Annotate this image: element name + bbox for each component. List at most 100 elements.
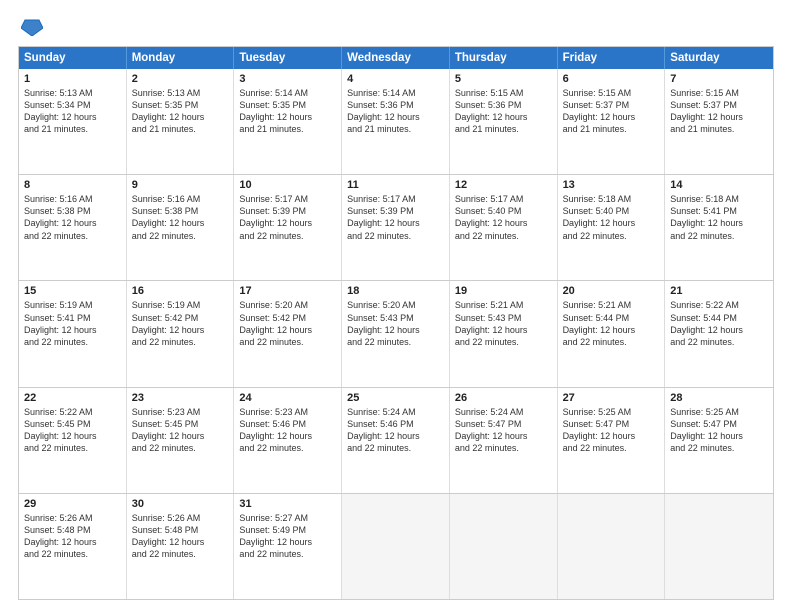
day-number: 21 [670, 285, 768, 297]
day-info: Sunrise: 5:22 AMSunset: 5:45 PMDaylight:… [24, 406, 121, 455]
day-info: Sunrise: 5:15 AMSunset: 5:37 PMDaylight:… [563, 87, 660, 136]
calendar-cell: 31 Sunrise: 5:27 AMSunset: 5:49 PMDayligh… [234, 494, 342, 599]
calendar-cell [665, 494, 773, 599]
calendar-week: 29 Sunrise: 5:26 AMSunset: 5:48 PMDayligh… [19, 493, 773, 599]
calendar-header-cell: Tuesday [234, 47, 342, 69]
day-number: 17 [239, 285, 336, 297]
calendar-cell: 13 Sunrise: 5:18 AMSunset: 5:40 PMDayligh… [558, 175, 666, 280]
calendar-header-cell: Monday [127, 47, 235, 69]
calendar-cell: 19Sunrise: 5:21 AMSunset: 5:43 PMDayligh… [450, 281, 558, 386]
calendar-cell: 23Sunrise: 5:23 AMSunset: 5:45 PMDayligh… [127, 388, 235, 493]
day-info: Sunrise: 5:25 AMSunset: 5:47 PMDaylight:… [563, 406, 660, 455]
day-number: 19 [455, 285, 552, 297]
day-info: Sunrise: 5:17 AMSunset: 5:39 PMDaylight:… [347, 193, 444, 242]
day-number: 10 [239, 179, 336, 191]
day-number: 11 [347, 179, 444, 191]
day-info: Sunrise: 5:15 AMSunset: 5:36 PMDaylight:… [455, 87, 552, 136]
calendar-header: SundayMondayTuesdayWednesdayThursdayFrid… [19, 47, 773, 69]
calendar-cell [558, 494, 666, 599]
header [18, 18, 774, 36]
calendar-cell: 8 Sunrise: 5:16 AMSunset: 5:38 PMDaylight… [19, 175, 127, 280]
day-info: Sunrise: 5:18 AMSunset: 5:40 PMDaylight:… [563, 193, 660, 242]
calendar-week: 15 Sunrise: 5:19 AMSunset: 5:41 PMDayligh… [19, 280, 773, 386]
calendar-cell: 25 Sunrise: 5:24 AMSunset: 5:46 PMDayligh… [342, 388, 450, 493]
calendar-cell: 26 Sunrise: 5:24 AMSunset: 5:47 PMDayligh… [450, 388, 558, 493]
calendar-cell: 11 Sunrise: 5:17 AMSunset: 5:39 PMDayligh… [342, 175, 450, 280]
day-number: 30 [132, 498, 229, 510]
day-info: Sunrise: 5:25 AMSunset: 5:47 PMDaylight:… [670, 406, 768, 455]
day-number: 14 [670, 179, 768, 191]
day-number: 12 [455, 179, 552, 191]
calendar-cell [450, 494, 558, 599]
day-number: 29 [24, 498, 121, 510]
calendar-header-cell: Saturday [665, 47, 773, 69]
calendar-cell: 30 Sunrise: 5:26 AMSunset: 5:48 PMDayligh… [127, 494, 235, 599]
day-info: Sunrise: 5:24 AMSunset: 5:47 PMDaylight:… [455, 406, 552, 455]
day-number: 5 [455, 73, 552, 85]
calendar-cell: 18 Sunrise: 5:20 AMSunset: 5:43 PMDayligh… [342, 281, 450, 386]
calendar-cell: 21 Sunrise: 5:22 AMSunset: 5:44 PMDayligh… [665, 281, 773, 386]
calendar-week: 22 Sunrise: 5:22 AMSunset: 5:45 PMDayligh… [19, 387, 773, 493]
calendar-cell: 15 Sunrise: 5:19 AMSunset: 5:41 PMDayligh… [19, 281, 127, 386]
calendar-cell: 17 Sunrise: 5:20 AMSunset: 5:42 PMDayligh… [234, 281, 342, 386]
calendar-cell: 16 Sunrise: 5:19 AMSunset: 5:42 PMDayligh… [127, 281, 235, 386]
calendar-cell: 20Sunrise: 5:21 AMSunset: 5:44 PMDayligh… [558, 281, 666, 386]
day-number: 2 [132, 73, 229, 85]
day-info: Sunrise: 5:16 AMSunset: 5:38 PMDaylight:… [132, 193, 229, 242]
calendar: SundayMondayTuesdayWednesdayThursdayFrid… [18, 46, 774, 600]
calendar-cell: 2 Sunrise: 5:13 AMSunset: 5:35 PMDaylight… [127, 69, 235, 174]
day-number: 23 [132, 392, 229, 404]
calendar-cell: 6 Sunrise: 5:15 AMSunset: 5:37 PMDaylight… [558, 69, 666, 174]
day-number: 27 [563, 392, 660, 404]
logo [18, 18, 46, 36]
day-number: 8 [24, 179, 121, 191]
calendar-cell: 27 Sunrise: 5:25 AMSunset: 5:47 PMDayligh… [558, 388, 666, 493]
calendar-cell: 12 Sunrise: 5:17 AMSunset: 5:40 PMDayligh… [450, 175, 558, 280]
calendar-header-cell: Sunday [19, 47, 127, 69]
calendar-body: 1 Sunrise: 5:13 AMSunset: 5:34 PMDaylight… [19, 69, 773, 599]
day-info: Sunrise: 5:15 AMSunset: 5:37 PMDaylight:… [670, 87, 768, 136]
calendar-header-cell: Wednesday [342, 47, 450, 69]
day-info: Sunrise: 5:17 AMSunset: 5:39 PMDaylight:… [239, 193, 336, 242]
day-info: Sunrise: 5:23 AMSunset: 5:46 PMDaylight:… [239, 406, 336, 455]
calendar-header-cell: Friday [558, 47, 666, 69]
day-number: 31 [239, 498, 336, 510]
day-info: Sunrise: 5:13 AMSunset: 5:35 PMDaylight:… [132, 87, 229, 136]
page: SundayMondayTuesdayWednesdayThursdayFrid… [0, 0, 792, 612]
day-number: 16 [132, 285, 229, 297]
day-info: Sunrise: 5:18 AMSunset: 5:41 PMDaylight:… [670, 193, 768, 242]
day-number: 22 [24, 392, 121, 404]
day-info: Sunrise: 5:24 AMSunset: 5:46 PMDaylight:… [347, 406, 444, 455]
calendar-cell: 14 Sunrise: 5:18 AMSunset: 5:41 PMDayligh… [665, 175, 773, 280]
day-info: Sunrise: 5:17 AMSunset: 5:40 PMDaylight:… [455, 193, 552, 242]
day-info: Sunrise: 5:16 AMSunset: 5:38 PMDaylight:… [24, 193, 121, 242]
day-info: Sunrise: 5:26 AMSunset: 5:48 PMDaylight:… [132, 512, 229, 561]
calendar-cell: 29 Sunrise: 5:26 AMSunset: 5:48 PMDayligh… [19, 494, 127, 599]
calendar-week: 1 Sunrise: 5:13 AMSunset: 5:34 PMDaylight… [19, 69, 773, 174]
calendar-cell: 22 Sunrise: 5:22 AMSunset: 5:45 PMDayligh… [19, 388, 127, 493]
calendar-cell [342, 494, 450, 599]
calendar-header-cell: Thursday [450, 47, 558, 69]
day-info: Sunrise: 5:13 AMSunset: 5:34 PMDaylight:… [24, 87, 121, 136]
day-number: 28 [670, 392, 768, 404]
calendar-cell: 7 Sunrise: 5:15 AMSunset: 5:37 PMDaylight… [665, 69, 773, 174]
day-number: 13 [563, 179, 660, 191]
day-info: Sunrise: 5:27 AMSunset: 5:49 PMDaylight:… [239, 512, 336, 561]
day-info: Sunrise: 5:20 AMSunset: 5:42 PMDaylight:… [239, 299, 336, 348]
day-number: 15 [24, 285, 121, 297]
day-info: Sunrise: 5:22 AMSunset: 5:44 PMDaylight:… [670, 299, 768, 348]
calendar-week: 8 Sunrise: 5:16 AMSunset: 5:38 PMDaylight… [19, 174, 773, 280]
day-info: Sunrise: 5:26 AMSunset: 5:48 PMDaylight:… [24, 512, 121, 561]
day-number: 9 [132, 179, 229, 191]
day-number: 20 [563, 285, 660, 297]
day-number: 26 [455, 392, 552, 404]
day-number: 3 [239, 73, 336, 85]
day-info: Sunrise: 5:19 AMSunset: 5:41 PMDaylight:… [24, 299, 121, 348]
day-number: 7 [670, 73, 768, 85]
day-number: 6 [563, 73, 660, 85]
day-number: 18 [347, 285, 444, 297]
day-info: Sunrise: 5:19 AMSunset: 5:42 PMDaylight:… [132, 299, 229, 348]
day-number: 25 [347, 392, 444, 404]
day-number: 1 [24, 73, 121, 85]
day-info: Sunrise: 5:20 AMSunset: 5:43 PMDaylight:… [347, 299, 444, 348]
